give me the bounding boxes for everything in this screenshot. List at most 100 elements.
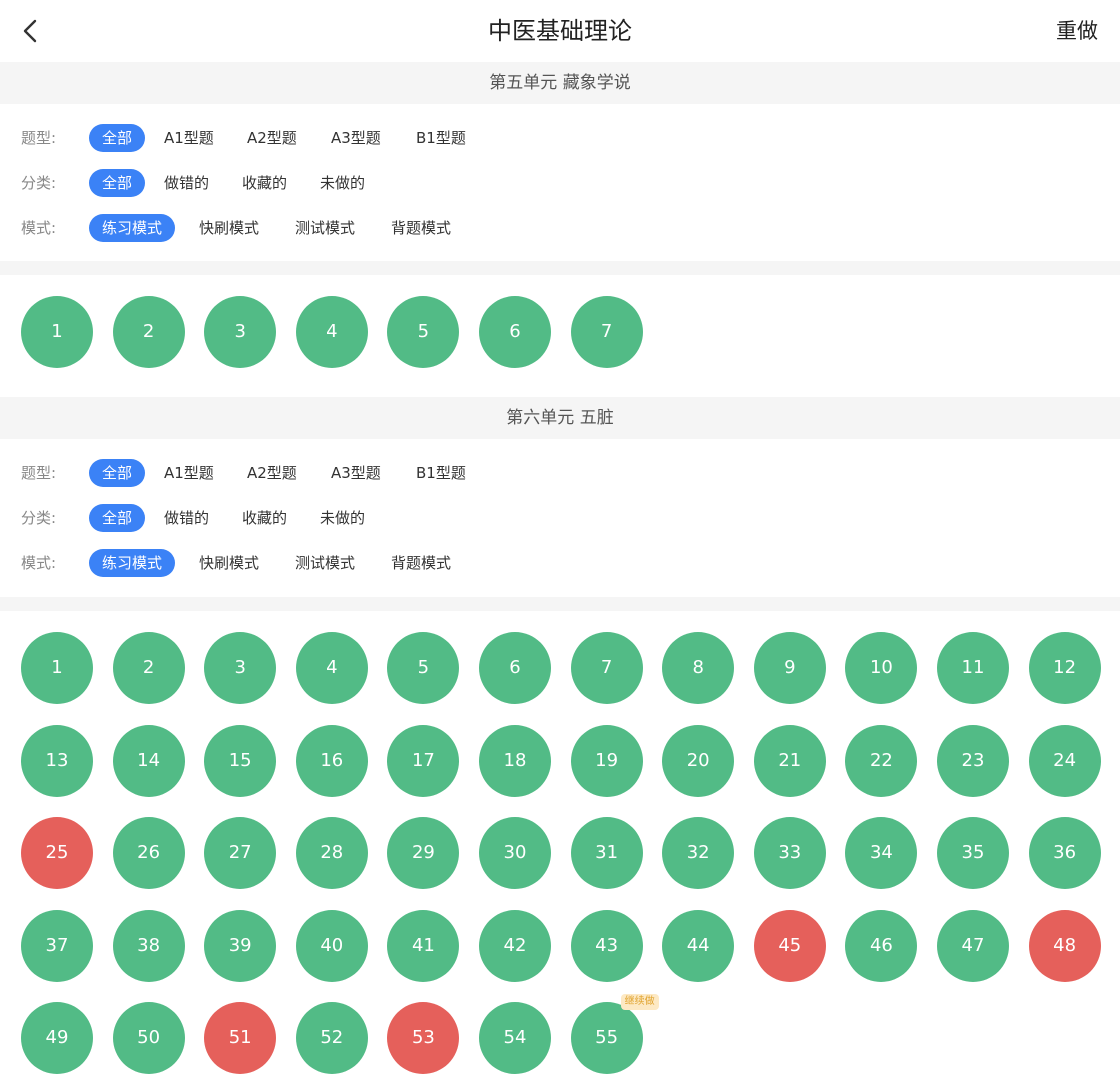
question-button[interactable]: 19	[570, 724, 643, 797]
category-chip-wrong[interactable]: 做错的	[164, 504, 209, 532]
question-button[interactable]: 18	[479, 724, 551, 797]
question-button[interactable]: 6	[479, 632, 551, 704]
question-button[interactable]: 16	[295, 724, 368, 797]
type-chip-a2[interactable]: A2型题	[247, 124, 297, 152]
type-chip-a2[interactable]: A2型题	[247, 459, 297, 487]
question-button[interactable]: 26	[112, 817, 185, 889]
mode-chip-quick[interactable]: 快刷模式	[199, 549, 259, 577]
category-chip-all[interactable]: 全部	[89, 504, 146, 532]
unit-filters: 题型: 全部 A1型题 A2型题 A3型题 B1型题 分类: 全部 做错的 收藏…	[0, 439, 1120, 597]
question-button[interactable]: 47	[937, 909, 1009, 982]
question-button[interactable]: 39	[204, 909, 277, 982]
category-chip-undone[interactable]: 未做的	[320, 169, 365, 197]
question-button[interactable]: 3	[204, 296, 277, 368]
question-button[interactable]: 24	[1028, 724, 1101, 797]
category-chip-starred[interactable]: 收藏的	[242, 504, 287, 532]
question-button[interactable]: 8	[662, 632, 735, 704]
type-chip-b1[interactable]: B1型题	[416, 459, 466, 487]
question-button[interactable]: 36	[1028, 817, 1101, 889]
type-chip-b1[interactable]: B1型题	[416, 124, 466, 152]
type-chip-all[interactable]: 全部	[89, 124, 146, 152]
question-button[interactable]: 45	[753, 909, 826, 982]
question-button[interactable]: 13	[21, 724, 93, 797]
question-button[interactable]: 11	[937, 632, 1009, 704]
question-button[interactable]: 49	[21, 1002, 93, 1074]
mode-chip-recite[interactable]: 背题模式	[391, 549, 451, 577]
question-button[interactable]: 22	[845, 724, 918, 797]
category-chip-undone[interactable]: 未做的	[320, 504, 365, 532]
section-divider	[0, 597, 1120, 611]
question-button[interactable]: 43	[570, 909, 643, 982]
question-button[interactable]: 31	[570, 817, 643, 889]
question-button[interactable]: 32	[662, 817, 735, 889]
mode-chip-practice[interactable]: 练习模式	[89, 549, 176, 577]
question-button[interactable]: 7	[570, 296, 643, 368]
type-chip-a3[interactable]: A3型题	[331, 124, 381, 152]
question-button[interactable]: 10	[845, 632, 918, 704]
unit-header: 第五单元 藏象学说	[0, 62, 1120, 104]
question-button[interactable]: 54	[479, 1002, 551, 1074]
type-chip-a1[interactable]: A1型题	[164, 459, 214, 487]
redo-button[interactable]: 重做	[1056, 14, 1098, 48]
question-grid: 1 2 3 4 5 6 7 8 9 10 11 12 13 14 15 16 17 18 19 20 21 22 23 24 2…	[0, 611, 1120, 1080]
question-button[interactable]: 15	[204, 724, 277, 797]
question-button[interactable]: 42	[479, 909, 551, 982]
question-button[interactable]: 28	[295, 817, 368, 889]
type-chip-a1[interactable]: A1型题	[164, 124, 214, 152]
resume-badge: 继续做	[620, 994, 659, 1010]
question-button[interactable]: 23	[937, 724, 1009, 797]
question-button[interactable]: 44	[662, 909, 735, 982]
mode-chip-quick[interactable]: 快刷模式	[199, 214, 259, 242]
mode-chip-test[interactable]: 测试模式	[295, 549, 355, 577]
top-nav-bar: 中医基础理论 重做	[0, 0, 1120, 62]
question-button[interactable]: 30	[479, 817, 551, 889]
question-button[interactable]: 7	[570, 632, 643, 704]
question-button[interactable]: 46	[845, 909, 918, 982]
mode-chip-test[interactable]: 测试模式	[295, 214, 355, 242]
question-button[interactable]: 5	[387, 296, 460, 368]
question-button[interactable]: 21	[753, 724, 826, 797]
question-button[interactable]: 55 继续做	[570, 994, 659, 1074]
question-button[interactable]: 1	[21, 296, 93, 368]
category-filter-label: 分类:	[21, 174, 57, 192]
question-button[interactable]: 29	[387, 817, 460, 889]
mode-chip-recite[interactable]: 背题模式	[391, 214, 451, 242]
question-button[interactable]: 51	[204, 1002, 277, 1074]
question-button[interactable]: 9	[753, 632, 826, 704]
category-chip-starred[interactable]: 收藏的	[242, 169, 287, 197]
question-button[interactable]: 37	[21, 909, 93, 982]
question-button[interactable]: 17	[387, 724, 460, 797]
question-button[interactable]: 25	[21, 817, 93, 889]
question-button[interactable]: 14	[112, 724, 185, 797]
question-button[interactable]: 52	[295, 1002, 368, 1074]
question-button[interactable]: 50	[112, 1002, 185, 1074]
question-number: 55	[595, 1027, 619, 1048]
question-button[interactable]: 1	[21, 632, 93, 704]
question-button[interactable]: 35	[937, 817, 1009, 889]
question-button[interactable]: 40	[295, 909, 368, 982]
question-button[interactable]: 4	[295, 632, 368, 704]
type-chip-all[interactable]: 全部	[89, 459, 146, 487]
question-button[interactable]: 12	[1028, 632, 1101, 704]
question-button[interactable]: 6	[479, 296, 551, 368]
type-chip-a3[interactable]: A3型题	[331, 459, 381, 487]
question-button[interactable]: 27	[204, 817, 277, 889]
question-button[interactable]: 3	[204, 632, 277, 704]
question-button[interactable]: 41	[387, 909, 460, 982]
question-button[interactable]: 53	[387, 1002, 460, 1074]
question-button[interactable]: 2	[112, 632, 185, 704]
question-button[interactable]: 33	[753, 817, 826, 889]
mode-chip-practice[interactable]: 练习模式	[89, 214, 176, 242]
question-button[interactable]: 5	[387, 632, 460, 704]
question-button[interactable]: 48	[1028, 909, 1101, 982]
type-filter-label: 题型:	[21, 464, 57, 482]
question-button[interactable]: 4	[295, 296, 368, 368]
unit-filters: 题型: 全部 A1型题 A2型题 A3型题 B1型题 分类: 全部 做错的 收藏…	[0, 104, 1120, 261]
category-chip-all[interactable]: 全部	[89, 169, 146, 197]
question-button[interactable]: 2	[112, 296, 185, 368]
category-chip-wrong[interactable]: 做错的	[164, 169, 209, 197]
question-button[interactable]: 34	[845, 817, 918, 889]
question-button[interactable]: 20	[662, 724, 735, 797]
question-grid: 1234567	[0, 275, 1120, 396]
question-button[interactable]: 38	[112, 909, 185, 982]
